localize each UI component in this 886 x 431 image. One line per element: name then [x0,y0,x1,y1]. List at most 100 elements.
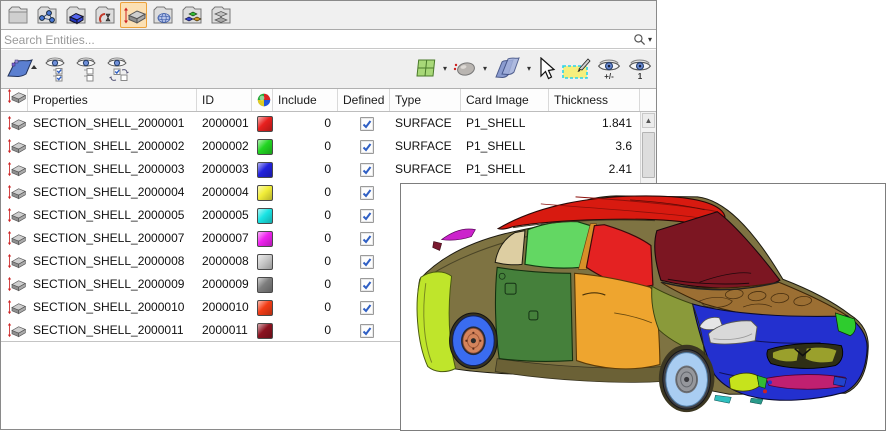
table-row[interactable]: SECTION_SHELL_200000220000020 SURFACEP1_… [1,135,640,158]
property-name[interactable]: SECTION_SHELL_2000001 [28,112,197,135]
transparency-style-button[interactable] [492,56,522,82]
color-swatch[interactable] [257,185,273,201]
model-viewport[interactable] [400,183,886,431]
mesh-style-button[interactable] [414,57,438,81]
row-entity-icon [1,227,28,250]
include-value[interactable]: 0 [273,112,338,135]
header-id[interactable]: ID [197,89,252,111]
car-rear-wheel[interactable] [450,313,498,369]
mesh-button[interactable] [149,2,176,28]
color-swatch[interactable] [257,277,273,293]
include-value[interactable]: 0 [273,227,338,250]
color-swatch[interactable] [257,162,273,178]
isolate-shown-button[interactable]: 1 [627,58,653,80]
show-hide-label: +/- [604,73,614,80]
scroll-up-button[interactable]: ▲ [642,113,655,128]
color-swatch[interactable] [257,254,273,270]
include-value[interactable]: 0 [273,296,338,319]
thickness-value[interactable]: 2.41 [549,158,640,181]
color-swatch[interactable] [257,139,273,155]
mesh-style-caret[interactable]: ▾ [443,65,447,73]
property-name[interactable]: SECTION_SHELL_2000010 [28,296,197,319]
include-value[interactable]: 0 [273,158,338,181]
property-name[interactable]: SECTION_SHELL_2000004 [28,181,197,204]
table-row[interactable]: SECTION_SHELL_200000120000010 SURFACEP1_… [1,112,640,135]
car-rear-door[interactable] [495,267,572,361]
car-lower-grille-strip[interactable] [766,375,845,390]
defined-checkbox[interactable] [360,209,374,223]
check-mark [362,303,372,313]
include-value[interactable]: 0 [273,204,338,227]
select-cursor-button[interactable] [536,57,556,81]
table-row[interactable]: SECTION_SHELL_200000320000030 SURFACEP1_… [1,158,640,181]
header-type[interactable]: Type [390,89,461,111]
car-fog-light[interactable] [729,373,759,391]
car-model-3d-view[interactable] [401,184,885,430]
defined-checkbox[interactable] [360,232,374,246]
property-name[interactable]: SECTION_SHELL_2000009 [28,273,197,296]
thickness-value[interactable]: 3.6 [549,135,640,158]
header-defined[interactable]: Defined [338,89,390,111]
property-name[interactable]: SECTION_SHELL_2000008 [28,250,197,273]
defined-checkbox[interactable] [360,186,374,200]
car-front-wheel[interactable] [663,350,711,410]
color-swatch[interactable] [257,116,273,132]
surface-display-button[interactable] [5,57,37,81]
sections-button[interactable] [207,2,234,28]
highlight-button[interactable] [561,57,591,81]
color-swatch[interactable] [257,323,273,339]
defined-checkbox[interactable] [360,117,374,131]
property-id: 2000008 [197,250,252,273]
property-name[interactable]: SECTION_SHELL_2000002 [28,135,197,158]
shaded-style-caret[interactable]: ▾ [483,65,487,73]
show-hide-button[interactable]: +/- [596,58,622,80]
defined-checkbox[interactable] [360,278,374,292]
show-entities-button[interactable] [44,56,68,82]
session-button[interactable] [91,2,118,28]
defined-cell [338,227,390,250]
color-swatch[interactable] [257,300,273,316]
thickness-value[interactable]: 1.841 [549,112,640,135]
defined-checkbox[interactable] [360,324,374,338]
header-thickness[interactable]: Thickness [549,89,640,111]
property-name[interactable]: SECTION_SHELL_2000007 [28,227,197,250]
header-color[interactable] [252,89,273,111]
component-button[interactable] [62,2,89,28]
include-value[interactable]: 0 [273,319,338,342]
defined-checkbox[interactable] [360,163,374,177]
car-tail-lamp[interactable] [433,242,442,251]
property-name[interactable]: SECTION_SHELL_2000011 [28,319,197,342]
include-value[interactable]: 0 [273,273,338,296]
color-swatch[interactable] [257,208,273,224]
include-value[interactable]: 0 [273,135,338,158]
folder-icon-button[interactable] [4,2,31,28]
header-entity-icon-cell[interactable] [1,89,28,111]
model-network-button[interactable] [33,2,60,28]
defined-checkbox[interactable] [360,140,374,154]
search-options-caret[interactable]: ▾ [648,36,652,44]
defined-checkbox[interactable] [360,301,374,315]
header-properties[interactable]: Properties [28,89,197,111]
defined-checkbox[interactable] [360,255,374,269]
card-image-value: P1_SHELL [461,112,549,135]
color-swatch[interactable] [257,231,273,247]
materials-button[interactable] [178,2,205,28]
properties-tab-button[interactable] [120,2,147,28]
shaded-style-button[interactable] [452,58,478,80]
hide-entities-button[interactable] [75,56,99,82]
reverse-display-button[interactable] [106,56,132,82]
type-value: SURFACE [390,158,461,181]
car-rear-window-edge[interactable] [442,229,476,240]
property-name[interactable]: SECTION_SHELL_2000005 [28,204,197,227]
header-card-image[interactable]: Card Image [461,89,549,111]
eye-show-icon [44,56,68,82]
search-input[interactable] [4,31,604,48]
transparency-style-caret[interactable]: ▾ [527,65,531,73]
surface-display-icon [5,57,37,81]
include-value[interactable]: 0 [273,181,338,204]
header-include[interactable]: Include [273,89,338,111]
search-icon[interactable] [633,33,646,46]
scroll-thumb[interactable] [642,132,655,178]
include-value[interactable]: 0 [273,250,338,273]
property-name[interactable]: SECTION_SHELL_2000003 [28,158,197,181]
